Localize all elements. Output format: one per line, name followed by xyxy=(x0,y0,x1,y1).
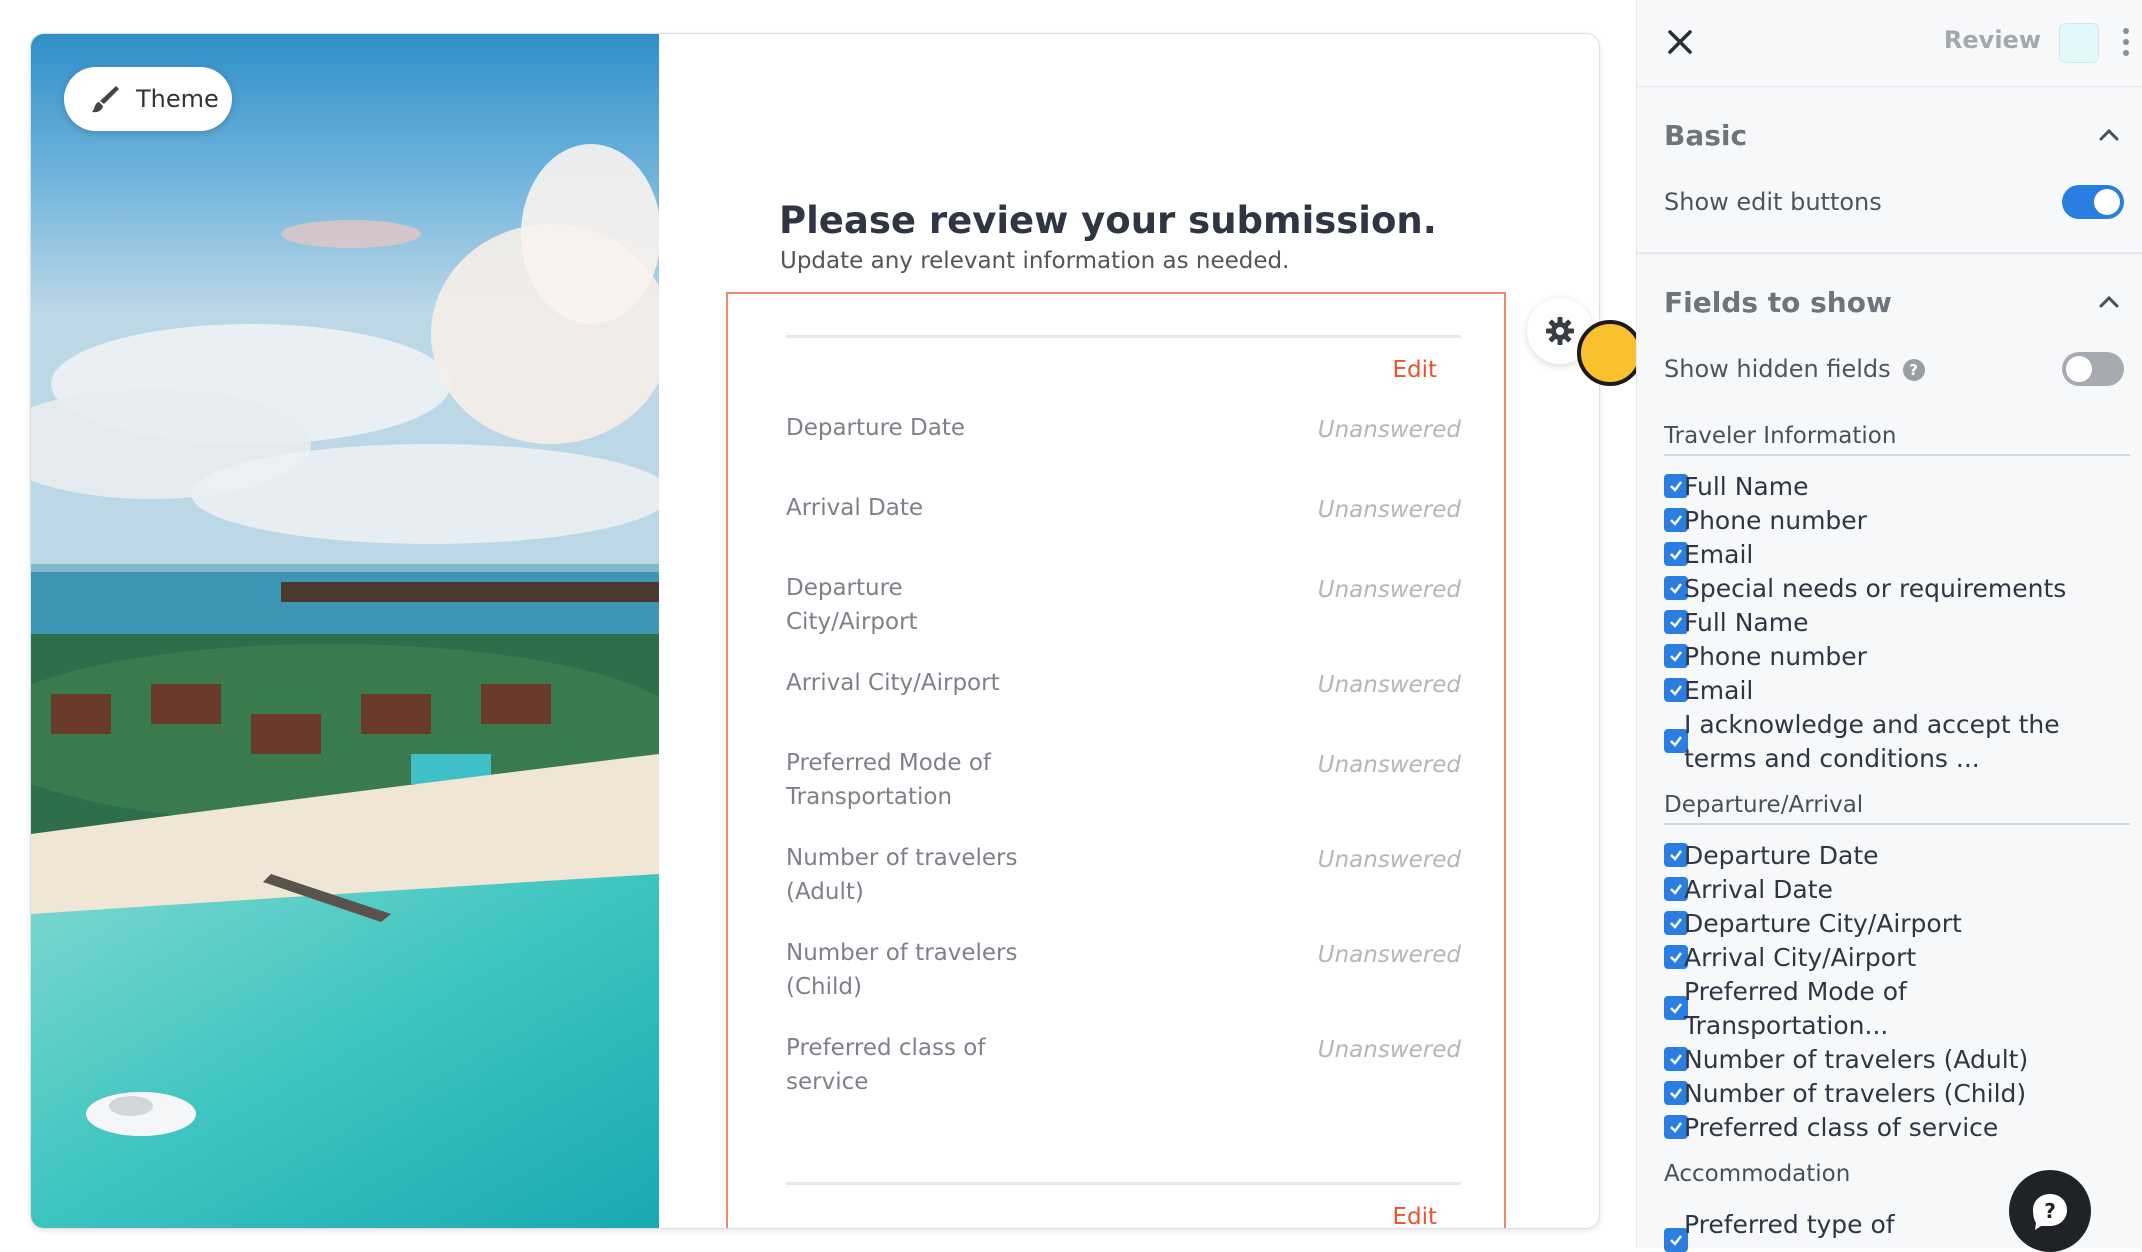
field-checkbox-label: I acknowledge and accept the terms and c… xyxy=(1684,710,2060,773)
field-checkbox-label: Departure Date xyxy=(1684,841,1879,870)
svg-text:?: ? xyxy=(2044,1199,2056,1223)
field-checkbox-label: Full Name xyxy=(1684,472,1809,501)
field-checkbox-label: Number of travelers (Adult) xyxy=(1684,1045,2029,1074)
field-label: Arrival City/Airport xyxy=(786,670,1000,696)
field-checkbox-label: Arrival City/Airport xyxy=(1684,943,1917,972)
close-icon[interactable] xyxy=(1665,27,1695,57)
page-subtitle: Update any relevant information as neede… xyxy=(780,248,1290,274)
review-page-content: Please review your submission. Update an… xyxy=(659,34,1599,1228)
section-divider xyxy=(786,335,1461,338)
accent-color-swatch[interactable] xyxy=(2059,23,2099,63)
field-checkbox-label: Number of travelers (Child) xyxy=(1684,1079,2027,1108)
field-checkbox-label: Arrival Date xyxy=(1684,875,1833,904)
field-label: Preferred class of service xyxy=(786,1035,986,1095)
field-value: Unanswered xyxy=(1317,942,1461,968)
field-checkbox-label: Phone number xyxy=(1684,642,1867,671)
review-settings-panel: Review Basic Show edit buttons Fields to… xyxy=(1636,0,2142,1252)
show-edit-buttons-label: Show edit buttons xyxy=(1664,188,1882,216)
section-divider xyxy=(786,1182,1461,1185)
show-edit-buttons-toggle[interactable] xyxy=(2062,185,2124,219)
fields-to-show-heading[interactable]: Fields to show xyxy=(1664,286,1892,319)
field-label: Arrival Date xyxy=(786,495,924,521)
field-label: Number of travelers (Adult) xyxy=(786,845,1018,905)
field-value: Unanswered xyxy=(1317,752,1461,778)
gear-icon xyxy=(1546,317,1574,345)
chevron-up-icon[interactable] xyxy=(2098,128,2120,142)
paintbrush-icon xyxy=(88,82,122,116)
help-chat-button[interactable]: ? xyxy=(2009,1170,2091,1252)
panel-header: Review xyxy=(1637,0,2142,87)
show-hidden-fields-toggle[interactable] xyxy=(2062,352,2124,386)
edit-button[interactable]: Edit xyxy=(1392,357,1437,383)
field-value: Unanswered xyxy=(1317,672,1461,698)
field-label: Departure Date xyxy=(786,415,965,441)
field-value: Unanswered xyxy=(1317,847,1461,873)
resort-background-image xyxy=(31,34,659,1228)
field-checkbox-label: Preferred class of service xyxy=(1684,1113,1999,1142)
group-title-accommodation: Accommodation xyxy=(1664,1161,1851,1187)
section-divider xyxy=(1637,252,2142,254)
field-value: Unanswered xyxy=(1317,497,1461,523)
chevron-up-icon[interactable] xyxy=(2098,295,2120,309)
help-icon[interactable]: ? xyxy=(1902,359,1925,381)
show-hidden-fields-row: Show hidden fields? xyxy=(1664,355,1925,383)
field-value: Unanswered xyxy=(1317,417,1461,443)
theme-button-label: Theme xyxy=(136,85,219,113)
field-value: Unanswered xyxy=(1317,1037,1461,1063)
page-title: Please review your submission. xyxy=(779,199,1437,242)
field-checkbox-label: Preferred Mode of Transportation... xyxy=(1684,977,1907,1040)
field-value: Unanswered xyxy=(1317,577,1461,603)
field-checkbox-label: Email xyxy=(1684,676,1754,705)
more-options-icon[interactable] xyxy=(2122,28,2130,58)
pointer-cursor-indicator xyxy=(1577,320,1643,386)
field-checkbox-label: Phone number xyxy=(1684,506,1867,535)
field-label: Departure City/Airport xyxy=(786,575,918,635)
form-preview-card: Theme Please review your submission. Upd… xyxy=(30,33,1600,1229)
panel-title: Review xyxy=(1943,26,2041,54)
field-checkbox-label: Special needs or requirements xyxy=(1684,574,2067,603)
chat-help-icon: ? xyxy=(2033,1194,2067,1230)
group-title-traveler-information: Traveler Information xyxy=(1664,423,1897,449)
theme-button[interactable]: Theme xyxy=(64,67,232,131)
edit-button[interactable]: Edit xyxy=(1392,1204,1437,1228)
field-checkbox-label: Full Name xyxy=(1684,608,1809,637)
group-divider xyxy=(1664,454,2130,456)
field-checkbox-label: Departure City/Airport xyxy=(1684,909,1962,938)
group-title-departure-arrival: Departure/Arrival xyxy=(1664,792,1864,818)
review-section[interactable]: Edit Departure Date Unanswered Arrival D… xyxy=(726,292,1506,1228)
field-checkbox-label: Preferred type of xyxy=(1684,1210,1895,1239)
group-divider xyxy=(1664,823,2130,825)
basic-section-heading[interactable]: Basic xyxy=(1664,119,1747,152)
field-label: Number of travelers (Child) xyxy=(786,940,1018,1000)
field-checkbox-label: Email xyxy=(1684,540,1754,569)
field-label: Preferred Mode of Transportation xyxy=(786,750,992,810)
show-hidden-fields-label: Show hidden fields xyxy=(1664,355,1891,383)
